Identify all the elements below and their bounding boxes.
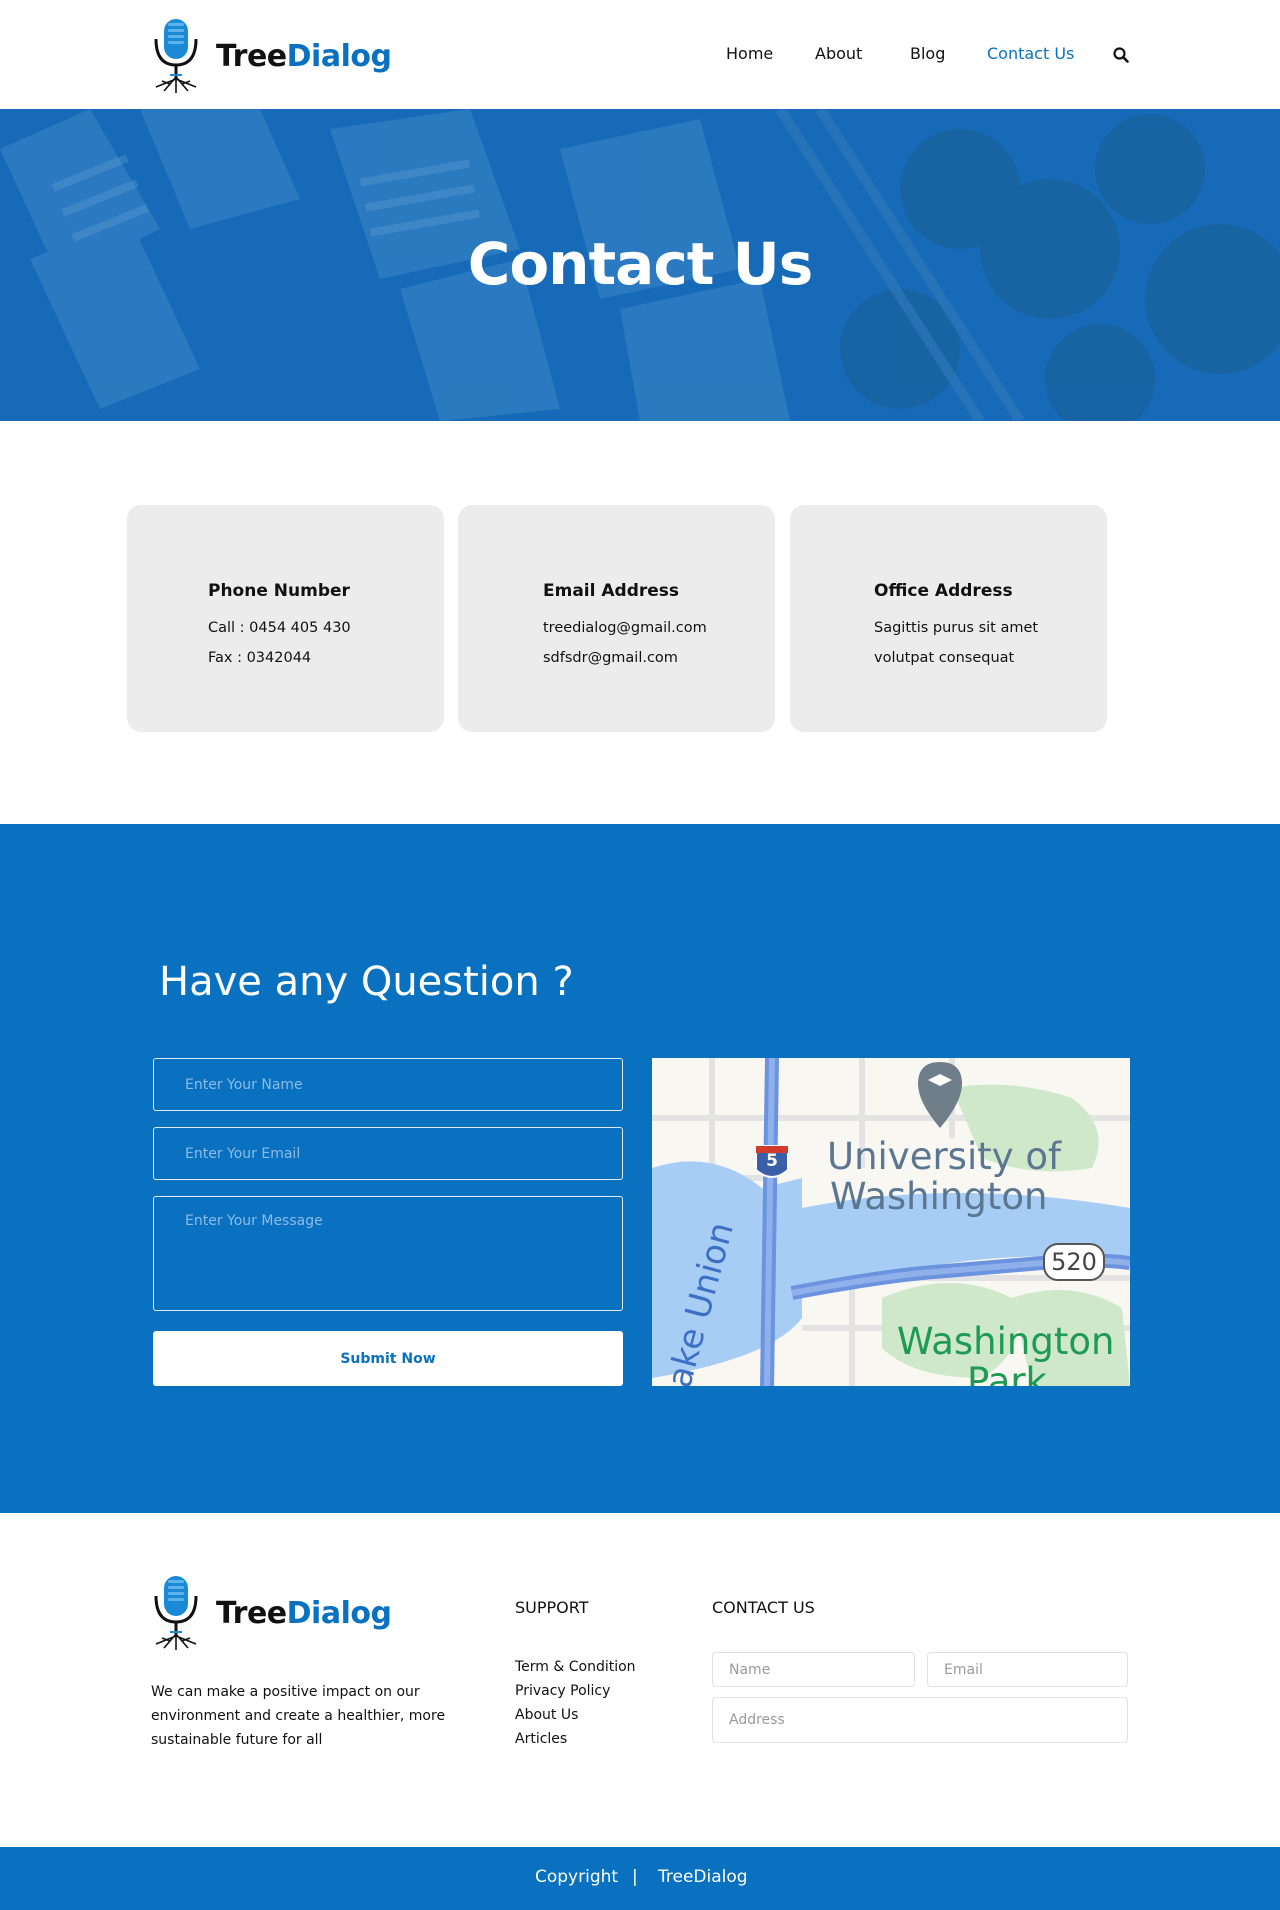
location-map[interactable]: University of Washington Washington Park… <box>652 1058 1130 1386</box>
main-nav: Home About Blog Contact Us <box>0 44 1280 68</box>
footer-email-input[interactable] <box>927 1652 1128 1687</box>
message-textarea[interactable] <box>153 1196 623 1311</box>
brand-name-part2: Dialog <box>286 1595 392 1631</box>
footer-link-privacy[interactable]: Privacy Policy <box>515 1683 610 1699</box>
email-card-title: Email Address <box>543 581 680 601</box>
map-label-washington-park-2: Park <box>967 1360 1047 1386</box>
map-label-washington-park-1: Washington <box>897 1320 1115 1363</box>
email-secondary[interactable]: sdfsdr@gmail.com <box>543 650 678 666</box>
office-address-line2: volutpat consequat <box>874 650 1015 666</box>
site-header: TreeDialog Home About Blog Contact Us <box>0 0 1280 109</box>
hero-banner: Contact Us <box>0 109 1280 421</box>
contact-heading: CONTACT US <box>712 1598 815 1617</box>
support-heading: SUPPORT <box>515 1598 589 1617</box>
office-card-title: Office Address <box>874 581 1013 601</box>
office-address-line1: Sagittis purus sit amet <box>874 620 1039 636</box>
map-label-washington: Washington <box>830 1175 1048 1218</box>
email-input[interactable] <box>153 1127 623 1180</box>
footer-description: We can make a positive impact on our env… <box>151 1684 446 1748</box>
name-input[interactable] <box>153 1058 623 1111</box>
copyright-separator: | <box>632 1867 638 1887</box>
phone-card-title: Phone Number <box>208 581 350 601</box>
footer-logo-text: TreeDialog <box>216 1595 392 1631</box>
email-card: Email Address treedialog@gmail.com sdfsd… <box>458 505 775 732</box>
hero-title: Contact Us <box>467 230 814 298</box>
phone-number: Call : 0454 405 430 <box>208 620 351 636</box>
question-section: Have any Question ? Submit Now <box>0 824 1280 1513</box>
nav-contact-us[interactable]: Contact Us <box>987 44 1074 63</box>
copyright-text: Copyright <box>535 1867 619 1887</box>
nav-home[interactable]: Home <box>726 44 773 63</box>
phone-card: Phone Number Call : 0454 405 430 Fax : 0… <box>127 505 444 732</box>
footer-name-input[interactable] <box>712 1652 915 1687</box>
interstate-5-label: 5 <box>766 1151 778 1171</box>
footer-logo[interactable]: TreeDialog <box>150 1574 392 1652</box>
nav-blog[interactable]: Blog <box>910 44 945 63</box>
microphone-tree-logo-icon <box>154 1576 198 1650</box>
office-card: Office Address Sagittis purus sit amet v… <box>790 505 1107 732</box>
route-520-label: 520 <box>1051 1248 1097 1276</box>
map-label-university-of: University of <box>827 1135 1062 1178</box>
footer-link-about[interactable]: About Us <box>515 1707 578 1723</box>
footer-link-terms[interactable]: Term & Condition <box>515 1659 636 1675</box>
footer-link-articles[interactable]: Articles <box>515 1731 567 1747</box>
fax-number: Fax : 0342044 <box>208 650 312 666</box>
email-primary[interactable]: treedialog@gmail.com <box>543 620 707 636</box>
copyright-brand: TreeDialog <box>658 1867 748 1887</box>
search-icon[interactable] <box>1113 47 1129 63</box>
submit-button[interactable]: Submit Now <box>153 1331 623 1386</box>
footer-address-input[interactable] <box>712 1697 1128 1743</box>
copyright-bar: Copyright | TreeDialog <box>0 1847 1280 1910</box>
brand-name-part1: Tree <box>216 1595 287 1631</box>
question-title: Have any Question ? <box>159 959 574 1005</box>
nav-about[interactable]: About <box>815 44 862 63</box>
